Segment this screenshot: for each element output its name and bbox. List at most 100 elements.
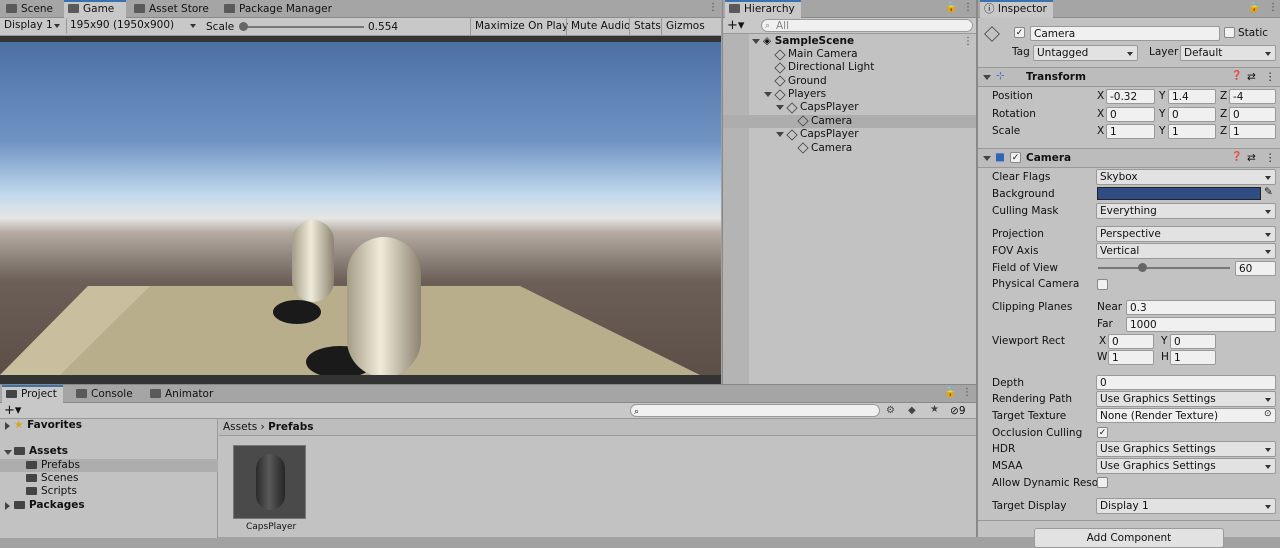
- rendering-path-dropdown[interactable]: Use Graphics Settings: [1096, 391, 1276, 407]
- rotation-z-input[interactable]: 0: [1229, 107, 1276, 122]
- position-z-input[interactable]: -4: [1229, 89, 1276, 104]
- gizmos-dropdown[interactable]: Gizmos: [661, 18, 721, 35]
- lock-icon[interactable]: 🔒: [1248, 2, 1260, 13]
- position-y-input[interactable]: 1.4: [1168, 89, 1216, 104]
- occlusion-culling-checkbox[interactable]: ✓: [1097, 427, 1108, 438]
- tree-folder-scripts[interactable]: Scripts: [26, 485, 77, 498]
- scale-y-input[interactable]: 1: [1168, 124, 1216, 139]
- hierarchy-item-main-camera[interactable]: Main Camera: [788, 48, 858, 61]
- favorite-star-icon[interactable]: ★: [930, 404, 939, 415]
- tab-game[interactable]: Game: [64, 0, 126, 18]
- resolution-dropdown[interactable]: 195x90 (1950x900): [66, 18, 200, 34]
- scale-slider-track[interactable]: [240, 26, 364, 28]
- lock-icon[interactable]: 🔒: [944, 387, 956, 398]
- tab-package-manager[interactable]: Package Manager: [220, 0, 338, 18]
- help-icon[interactable]: ❓: [1231, 152, 1242, 162]
- viewport-h-input[interactable]: 1: [1170, 350, 1216, 365]
- help-icon[interactable]: ❓: [1231, 71, 1242, 81]
- hidden-packages-count[interactable]: ⊘9: [950, 405, 966, 417]
- tab-animator[interactable]: Animator: [146, 385, 219, 403]
- lock-icon[interactable]: 🔒: [945, 2, 957, 13]
- hierarchy-item-capsplayer[interactable]: CapsPlayer: [800, 101, 859, 114]
- expand-arrow-icon[interactable]: [983, 156, 991, 161]
- expand-arrow-icon[interactable]: [776, 132, 784, 137]
- object-picker-icon[interactable]: ⊙: [1264, 409, 1272, 419]
- search-by-type-icon[interactable]: ⚙: [886, 405, 895, 416]
- clear-flags-dropdown[interactable]: Skybox: [1096, 169, 1276, 185]
- expand-arrow-icon[interactable]: [4, 450, 12, 455]
- dynamic-resolution-checkbox[interactable]: [1097, 477, 1108, 488]
- maximize-on-play-button[interactable]: Maximize On Play: [470, 18, 572, 35]
- breadcrumb-prefabs[interactable]: Prefabs: [268, 421, 313, 433]
- expand-arrow-icon[interactable]: [776, 105, 784, 110]
- hierarchy-item-camera[interactable]: Camera: [811, 142, 852, 155]
- expand-arrow-icon[interactable]: [764, 92, 772, 97]
- viewport-y-input[interactable]: 0: [1170, 334, 1216, 349]
- add-object-button[interactable]: +▾: [727, 18, 744, 33]
- component-menu-icon[interactable]: ⋮: [1265, 152, 1276, 164]
- active-checkbox[interactable]: ✓: [1014, 27, 1025, 38]
- breadcrumb-assets[interactable]: Assets: [223, 421, 257, 433]
- expand-arrow-icon[interactable]: [983, 75, 991, 80]
- target-texture-field[interactable]: None (Render Texture): [1096, 408, 1276, 423]
- game-viewport[interactable]: [0, 42, 721, 375]
- culling-mask-dropdown[interactable]: Everything: [1096, 203, 1276, 219]
- rotation-x-input[interactable]: 0: [1106, 107, 1155, 122]
- hierarchy-search-input[interactable]: ⌕ All: [761, 19, 973, 32]
- tab-menu-icon[interactable]: ⋮: [708, 2, 718, 13]
- add-component-button[interactable]: Add Component: [1034, 528, 1224, 548]
- camera-header[interactable]: ■ ✓ Camera ❓ ⇄ ⋮: [978, 148, 1280, 168]
- layer-dropdown[interactable]: Default: [1180, 45, 1276, 61]
- panel-menu-icon[interactable]: ⋮: [963, 2, 973, 13]
- search-by-label-icon[interactable]: ◆: [908, 405, 916, 416]
- scene-menu-icon[interactable]: ⋮: [963, 36, 973, 47]
- mute-audio-button[interactable]: Mute Audio: [566, 18, 634, 35]
- msaa-dropdown[interactable]: Use Graphics Settings: [1096, 458, 1276, 474]
- expand-arrow-icon[interactable]: [752, 39, 760, 44]
- viewport-w-input[interactable]: 1: [1108, 350, 1154, 365]
- hdr-dropdown[interactable]: Use Graphics Settings: [1096, 441, 1276, 457]
- tree-favorites[interactable]: ★ Favorites: [14, 419, 82, 432]
- hierarchy-item-players[interactable]: Players: [788, 88, 826, 101]
- stats-button[interactable]: Stats: [629, 18, 665, 35]
- background-color-swatch[interactable]: [1097, 187, 1261, 200]
- fov-axis-dropdown[interactable]: Vertical: [1096, 243, 1276, 259]
- hierarchy-item-camera[interactable]: Camera: [811, 115, 852, 128]
- transform-header[interactable]: ⊹ Transform ❓ ⇄ ⋮: [978, 67, 1280, 87]
- scale-x-input[interactable]: 1: [1106, 124, 1155, 139]
- tree-packages[interactable]: Packages: [14, 499, 85, 512]
- rotation-y-input[interactable]: 0: [1168, 107, 1216, 122]
- hierarchy-item-directional-light[interactable]: Directional Light: [788, 61, 874, 74]
- panel-menu-icon[interactable]: ⋮: [962, 387, 972, 398]
- tree-assets[interactable]: Assets: [14, 445, 68, 458]
- panel-menu-icon[interactable]: ⋮: [1268, 2, 1278, 13]
- tab-console[interactable]: Console: [72, 385, 139, 403]
- hierarchy-item-ground[interactable]: Ground: [788, 75, 827, 88]
- camera-enabled-checkbox[interactable]: ✓: [1010, 152, 1021, 163]
- tab-asset-store[interactable]: Asset Store: [130, 0, 215, 18]
- tab-inspector[interactable]: ⓘ Inspector: [980, 0, 1053, 18]
- presets-icon[interactable]: ⇄: [1247, 152, 1256, 164]
- projection-dropdown[interactable]: Perspective: [1096, 226, 1276, 242]
- tab-project[interactable]: Project: [2, 385, 63, 403]
- far-input[interactable]: 1000: [1126, 317, 1276, 332]
- tab-hierarchy[interactable]: Hierarchy: [725, 0, 801, 18]
- display-dropdown[interactable]: Display 1: [1, 18, 64, 34]
- fov-input[interactable]: 60: [1235, 261, 1276, 276]
- physical-camera-checkbox[interactable]: [1097, 279, 1108, 290]
- object-name-input[interactable]: Camera: [1030, 26, 1220, 41]
- component-menu-icon[interactable]: ⋮: [1265, 71, 1276, 83]
- tag-dropdown[interactable]: Untagged: [1033, 45, 1138, 61]
- collapse-arrow-icon[interactable]: [5, 502, 10, 510]
- hierarchy-item-capsplayer[interactable]: CapsPlayer: [800, 128, 859, 141]
- tree-folder-prefabs[interactable]: Prefabs: [26, 459, 80, 472]
- fov-slider-track[interactable]: [1098, 267, 1230, 269]
- collapse-arrow-icon[interactable]: [5, 422, 10, 430]
- viewport-x-input[interactable]: 0: [1108, 334, 1154, 349]
- presets-icon[interactable]: ⇄: [1247, 71, 1256, 83]
- create-asset-button[interactable]: +▾: [4, 403, 21, 418]
- project-search-input[interactable]: ⌕: [630, 404, 880, 417]
- static-checkbox[interactable]: [1224, 27, 1235, 38]
- target-display-dropdown[interactable]: Display 1: [1096, 498, 1276, 514]
- hierarchy-scene-row[interactable]: ◈ SampleScene: [763, 35, 854, 48]
